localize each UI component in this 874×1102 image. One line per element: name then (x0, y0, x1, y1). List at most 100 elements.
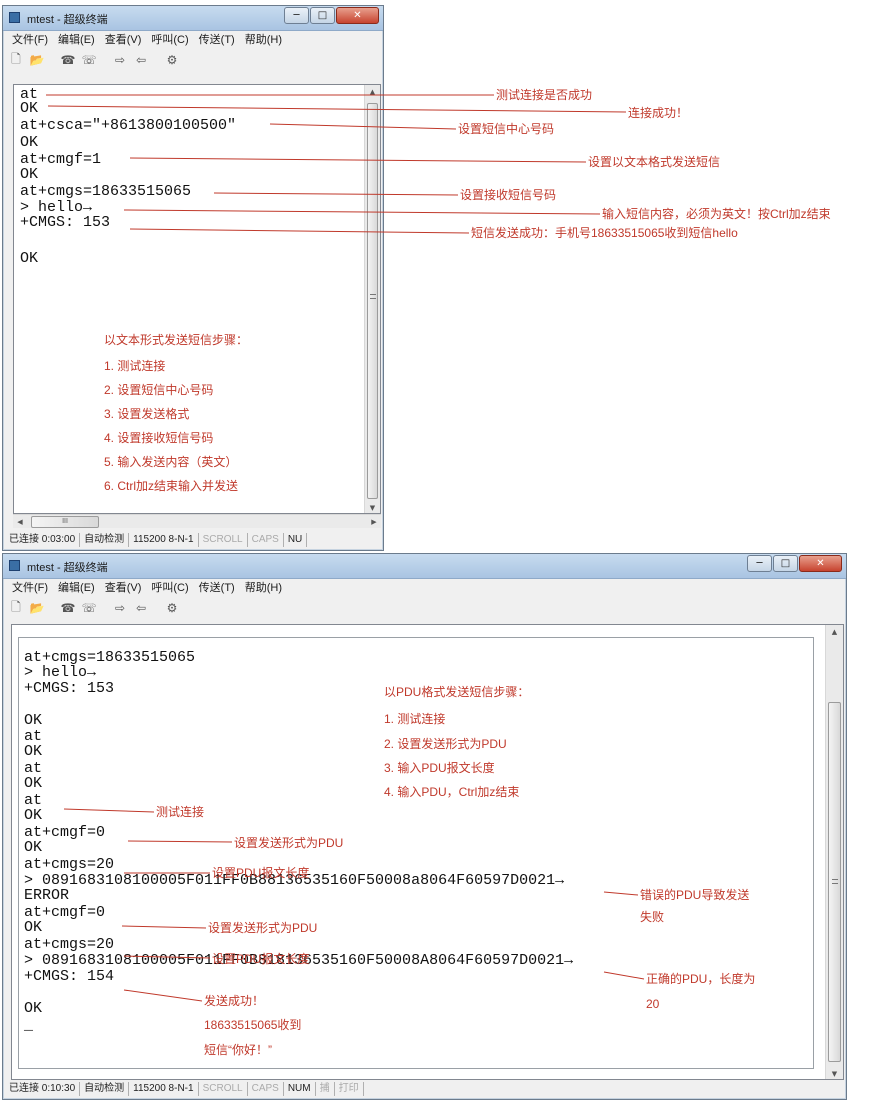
maximize-button[interactable]: □ (773, 555, 798, 572)
menu-edit[interactable]: 编辑(E) (58, 579, 95, 595)
menu-view[interactable]: 查看(V) (105, 579, 142, 595)
annotation-label: 错误的PDU导致发送 (640, 888, 750, 902)
open-folder-icon[interactable]: 📂 (28, 52, 46, 68)
menu-file[interactable]: 文件(F) (12, 579, 48, 595)
receive-icon[interactable]: ⇦ (132, 600, 150, 616)
minimize-button[interactable]: ─ (284, 7, 309, 24)
new-document-icon[interactable]: 🗋 (7, 600, 25, 616)
properties-icon[interactable]: ⚙ (163, 52, 181, 68)
status-scroll: SCROLL (199, 533, 248, 547)
step-item: 5. 输入发送内容（英文） (104, 455, 238, 469)
annotation-label: 设置短信中心号码 (458, 122, 555, 136)
terminal-line: at+cmgf=0 (24, 824, 106, 841)
terminal-line: at+csca="+8613800100500" (20, 117, 237, 134)
annotation-label: 正确的PDU，长度为 (646, 972, 756, 986)
terminal-line: > hello→ (24, 664, 97, 681)
open-folder-icon[interactable]: 📂 (28, 600, 46, 616)
hangup-icon[interactable]: ☏ (80, 600, 98, 616)
status-print: 打印 (335, 1082, 364, 1096)
send-icon[interactable]: ⇨ (111, 600, 129, 616)
menu-edit[interactable]: 编辑(E) (58, 31, 95, 47)
terminal-line: +CMGS: 153 (20, 214, 111, 231)
menu-file[interactable]: 文件(F) (12, 31, 48, 47)
annotation-label: 设置接收短信号码 (460, 188, 557, 202)
terminal-line: at+cmgs=20 (24, 936, 115, 953)
menu-help[interactable]: 帮助(H) (245, 31, 282, 47)
status-num: NUM (284, 1082, 316, 1096)
phone-icon[interactable]: ☎ (59, 52, 77, 68)
status-num: NU (284, 533, 308, 547)
minimize-button[interactable]: ─ (747, 555, 772, 572)
new-document-icon[interactable]: 🗋 (7, 52, 25, 68)
horizontal-scrollbar[interactable]: ◀ III ▶ (13, 514, 381, 528)
menu-transfer[interactable]: 传送(T) (199, 31, 235, 47)
terminal-line: at+cmgs=20 (24, 856, 115, 873)
terminal-line: OK (20, 166, 39, 183)
close-button[interactable]: ✕ (799, 555, 842, 572)
terminal-line: at (24, 728, 43, 745)
menu-call[interactable]: 呼叫(C) (151, 31, 188, 47)
terminal-line: OK (20, 134, 39, 151)
annotation-label: 输入短信内容，必须为英文！按Ctrl加z结束 (602, 207, 831, 221)
terminal-area[interactable]: at OK at+csca="+8613800100500" OK at+cmg… (13, 84, 381, 514)
scroll-up-icon[interactable]: ▲ (365, 85, 380, 99)
vertical-scrollbar[interactable]: ▲ ▼ (825, 625, 843, 1079)
scroll-thumb[interactable] (828, 702, 841, 1062)
status-connected: 已连接 0:10:30 (5, 1082, 81, 1096)
scroll-down-icon[interactable]: ▼ (365, 501, 380, 513)
scroll-right-icon[interactable]: ▶ (367, 515, 381, 529)
status-scroll: SCROLL (199, 1082, 248, 1096)
terminal-line: OK (24, 743, 43, 760)
status-bar: 已连接 0:03:00 自动检测 115200 8-N-1 SCROLL CAP… (5, 531, 381, 549)
step-item: 4. 输入PDU，Ctrl加z结束 (384, 785, 520, 799)
terminal-cursor: _ (24, 1017, 34, 1034)
annotation-label: 测试连接是否成功 (496, 88, 593, 102)
scroll-up-icon[interactable]: ▲ (826, 625, 843, 639)
phone-icon[interactable]: ☎ (59, 600, 77, 616)
scroll-thumb[interactable] (367, 103, 378, 499)
terminal-line: OK (20, 100, 39, 117)
horizontal-scroll-thumb[interactable]: III (31, 516, 99, 528)
hangup-icon[interactable]: ☏ (80, 52, 98, 68)
toolbar: 🗋 📂 ☎ ☏ ⇨ ⇦ ⚙ (7, 50, 379, 70)
toolbar: 🗋 📂 ☎ ☏ ⇨ ⇦ ⚙ (7, 598, 842, 618)
status-detect: 自动检测 (80, 533, 130, 547)
status-capture: 捕 (316, 1082, 335, 1096)
maximize-button[interactable]: □ (310, 7, 335, 24)
scroll-down-icon[interactable]: ▼ (826, 1067, 843, 1079)
terminal-line: OK (24, 919, 43, 936)
status-baud: 115200 8-N-1 (129, 533, 199, 547)
annotation-label: 设置PDU报文长度 (212, 866, 310, 880)
annotation-label: 20 (646, 997, 660, 1011)
close-button[interactable]: ✕ (336, 7, 379, 24)
title-bar[interactable]: mtest - 超级终端 ─ □ ✕ (3, 6, 383, 31)
terminal-line: at (24, 760, 43, 777)
step-item: 2. 设置短信中心号码 (104, 383, 214, 397)
terminal-line: at+cmgf=1 (20, 151, 102, 168)
terminal-line: +CMGS: 154 (24, 968, 115, 985)
menu-help[interactable]: 帮助(H) (245, 579, 282, 595)
properties-icon[interactable]: ⚙ (163, 600, 181, 616)
terminal-line: OK (24, 839, 43, 856)
terminal-line: OK (24, 775, 43, 792)
status-caps: CAPS (248, 533, 284, 547)
status-caps: CAPS (248, 1082, 284, 1096)
menu-bar: 文件(F) 编辑(E) 查看(V) 呼叫(C) 传送(T) 帮助(H) (7, 30, 379, 48)
menu-transfer[interactable]: 传送(T) (199, 579, 235, 595)
terminal-inner-frame (18, 637, 814, 1069)
menu-view[interactable]: 查看(V) (105, 31, 142, 47)
annotation-label: 发送成功！ (204, 994, 265, 1008)
scroll-left-icon[interactable]: ◀ (13, 515, 27, 529)
terminal-line: > hello→ (20, 199, 93, 216)
title-bar[interactable]: mtest - 超级终端 ─ □ ✕ (3, 554, 846, 579)
receive-icon[interactable]: ⇦ (132, 52, 150, 68)
terminal-line: at (24, 792, 43, 809)
annotation-label: 短信“你好！” (204, 1043, 272, 1057)
window-title: mtest - 超级终端 (27, 562, 108, 574)
step-item: 1. 测试连接 (104, 359, 166, 373)
send-icon[interactable]: ⇨ (111, 52, 129, 68)
terminal-line: OK (24, 807, 43, 824)
vertical-scrollbar[interactable]: ▲ ▼ (364, 85, 380, 513)
window-title: mtest - 超级终端 (27, 14, 108, 26)
menu-call[interactable]: 呼叫(C) (151, 579, 188, 595)
